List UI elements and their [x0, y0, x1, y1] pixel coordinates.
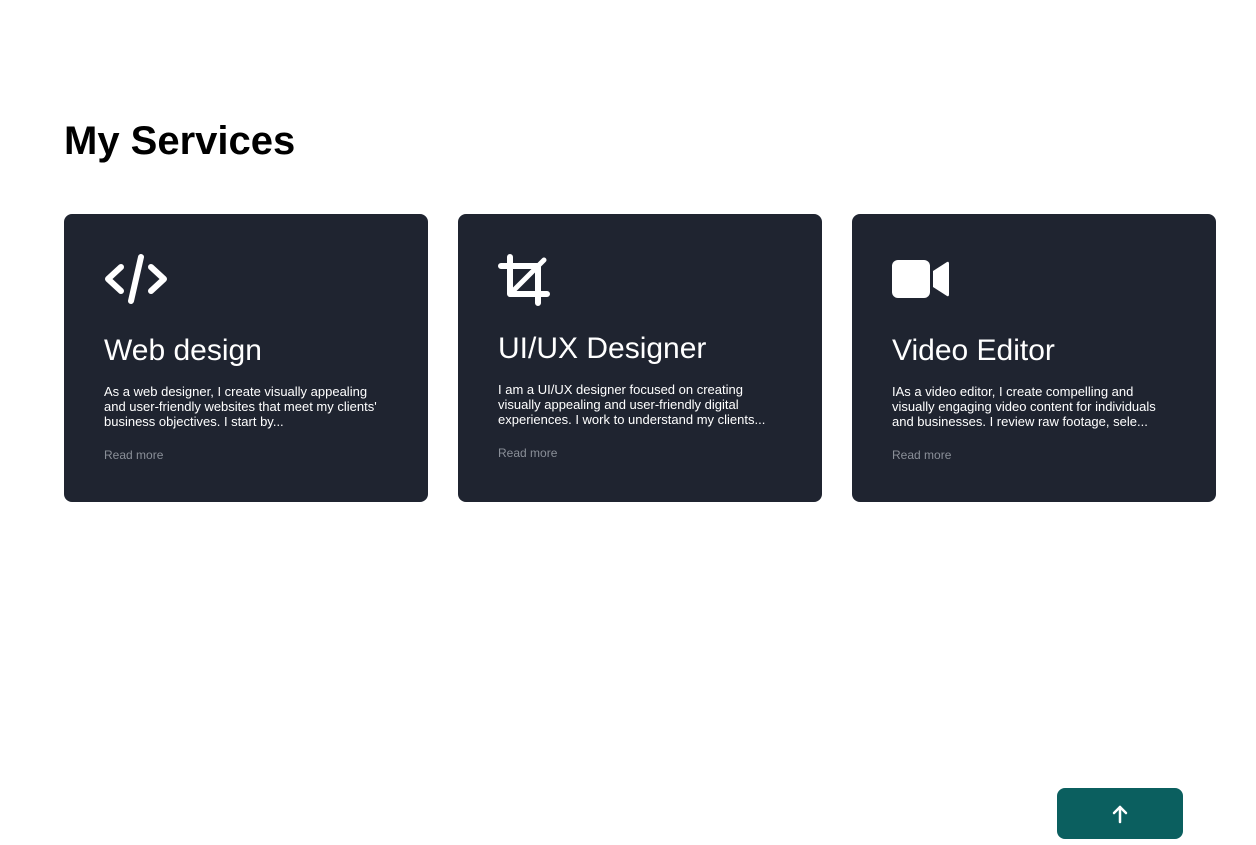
- service-title: UI/UX Designer: [498, 332, 707, 365]
- service-card-web-design: Web design As a web designer, I create v…: [64, 214, 428, 502]
- read-more-link[interactable]: Read more: [892, 448, 951, 462]
- page-title: My Services: [64, 119, 296, 163]
- arrow-up-icon: [1112, 805, 1128, 823]
- read-more-link[interactable]: Read more: [498, 446, 557, 460]
- services-page: My Services Web design As a web designer…: [0, 0, 1256, 845]
- read-more-link[interactable]: Read more: [104, 448, 163, 462]
- service-title: Web design: [104, 334, 262, 367]
- video-camera-icon: [892, 260, 949, 298]
- code-icon: [105, 254, 167, 304]
- crop-icon: [498, 254, 550, 306]
- scroll-to-top-button[interactable]: [1057, 788, 1183, 839]
- service-card-video-editor: Video Editor IAs a video editor, I creat…: [852, 214, 1216, 502]
- service-description: As a web designer, I create visually app…: [104, 384, 377, 429]
- service-card-ui-ux-designer: UI/UX Designer I am a UI/UX designer foc…: [458, 214, 822, 502]
- service-description: I am a UI/UX designer focused on creatin…: [498, 382, 766, 427]
- service-title: Video Editor: [892, 334, 1055, 367]
- service-description: IAs a video editor, I create compelling …: [892, 384, 1156, 429]
